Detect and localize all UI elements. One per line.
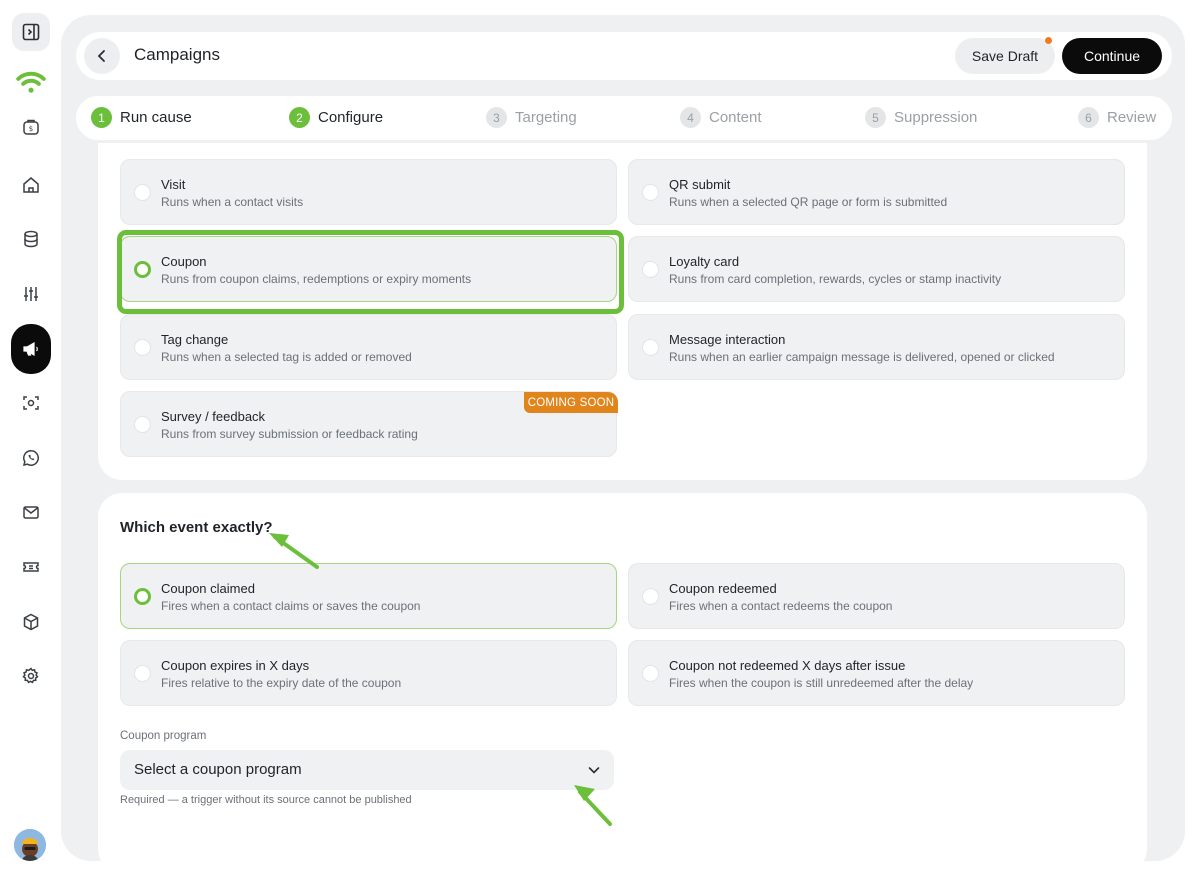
ticket-icon[interactable]: [12, 548, 50, 586]
stepper: 1 Run cause 2 Configure 3 Targeting 4 Co…: [76, 96, 1172, 140]
top-bar: Campaigns Save Draft Continue: [76, 32, 1172, 80]
step-suppression[interactable]: 5 Suppression: [865, 107, 977, 128]
scan-icon[interactable]: [12, 384, 50, 422]
radio[interactable]: [642, 665, 659, 682]
step-targeting[interactable]: 3 Targeting: [486, 107, 577, 128]
section-heading: Which event exactly?: [120, 519, 273, 536]
radio[interactable]: [134, 416, 151, 433]
trigger-option-tag-change[interactable]: Tag change Runs when a selected tag is a…: [120, 314, 617, 380]
main-panel: Campaigns Save Draft Continue 1 Run caus…: [61, 15, 1185, 861]
chevron-left-icon: [97, 50, 105, 62]
left-rail: $: [0, 0, 62, 877]
coupon-program-helper: Required — a trigger without its source …: [120, 794, 412, 806]
event-option-coupon-expires[interactable]: Coupon expires in X days Fires relative …: [120, 640, 617, 706]
unsaved-indicator: [1045, 37, 1052, 44]
radio-selected[interactable]: [134, 588, 151, 605]
radio[interactable]: [642, 261, 659, 278]
mail-icon[interactable]: [12, 493, 50, 531]
step-configure[interactable]: 2 Configure: [289, 107, 383, 128]
trigger-option-survey-feedback[interactable]: Survey / feedback Runs from survey submi…: [120, 391, 618, 457]
wifi-logo-icon[interactable]: [12, 62, 50, 100]
page-title: Campaigns: [134, 45, 220, 64]
event-card: Which event exactly? Coupon claimed Fire…: [98, 493, 1147, 861]
svg-text:$: $: [29, 125, 33, 133]
coupon-program-label: Coupon program: [120, 730, 207, 742]
gear-icon[interactable]: [12, 657, 50, 695]
coming-soon-badge: COMING SOON: [524, 392, 618, 413]
home-icon[interactable]: [12, 166, 50, 204]
megaphone-icon[interactable]: [11, 324, 51, 374]
sidebar-toggle-icon[interactable]: [12, 13, 50, 51]
radio[interactable]: [134, 184, 151, 201]
trigger-option-visit[interactable]: Visit Runs when a contact visits: [120, 159, 617, 225]
trigger-option-message-interaction[interactable]: Message interaction Runs when an earlier…: [628, 314, 1125, 380]
radio[interactable]: [134, 665, 151, 682]
database-icon[interactable]: [12, 220, 50, 258]
trigger-option-coupon[interactable]: Coupon Runs from coupon claims, redempti…: [120, 236, 617, 302]
save-draft-button[interactable]: Save Draft: [955, 38, 1055, 74]
radio[interactable]: [642, 339, 659, 356]
trigger-option-loyalty-card[interactable]: Loyalty card Runs from card completion, …: [628, 236, 1125, 302]
event-option-coupon-claimed[interactable]: Coupon claimed Fires when a contact clai…: [120, 563, 617, 629]
coupon-program-select[interactable]: Select a coupon program: [120, 750, 614, 790]
event-option-coupon-redeemed[interactable]: Coupon redeemed Fires when a contact red…: [628, 563, 1125, 629]
radio-selected[interactable]: [134, 261, 151, 278]
wallet-icon[interactable]: $: [12, 108, 50, 146]
step-run-cause[interactable]: 1 Run cause: [91, 107, 192, 128]
trigger-options-card: Visit Runs when a contact visits QR subm…: [98, 143, 1147, 480]
step-content[interactable]: 4 Content: [680, 107, 762, 128]
avatar[interactable]: [14, 829, 46, 861]
sliders-icon[interactable]: [12, 275, 50, 313]
chevron-down-icon: [588, 767, 600, 774]
radio[interactable]: [134, 339, 151, 356]
event-option-coupon-not-redeemed[interactable]: Coupon not redeemed X days after issue F…: [628, 640, 1125, 706]
cube-icon[interactable]: [12, 603, 50, 641]
trigger-option-qr-submit[interactable]: QR submit Runs when a selected QR page o…: [628, 159, 1125, 225]
back-button[interactable]: [84, 38, 120, 74]
whatsapp-icon[interactable]: [12, 439, 50, 477]
coupon-program-placeholder: Select a coupon program: [134, 761, 302, 778]
radio[interactable]: [642, 588, 659, 605]
radio[interactable]: [642, 184, 659, 201]
step-review[interactable]: 6 Review: [1078, 107, 1156, 128]
continue-button[interactable]: Continue: [1062, 38, 1162, 74]
